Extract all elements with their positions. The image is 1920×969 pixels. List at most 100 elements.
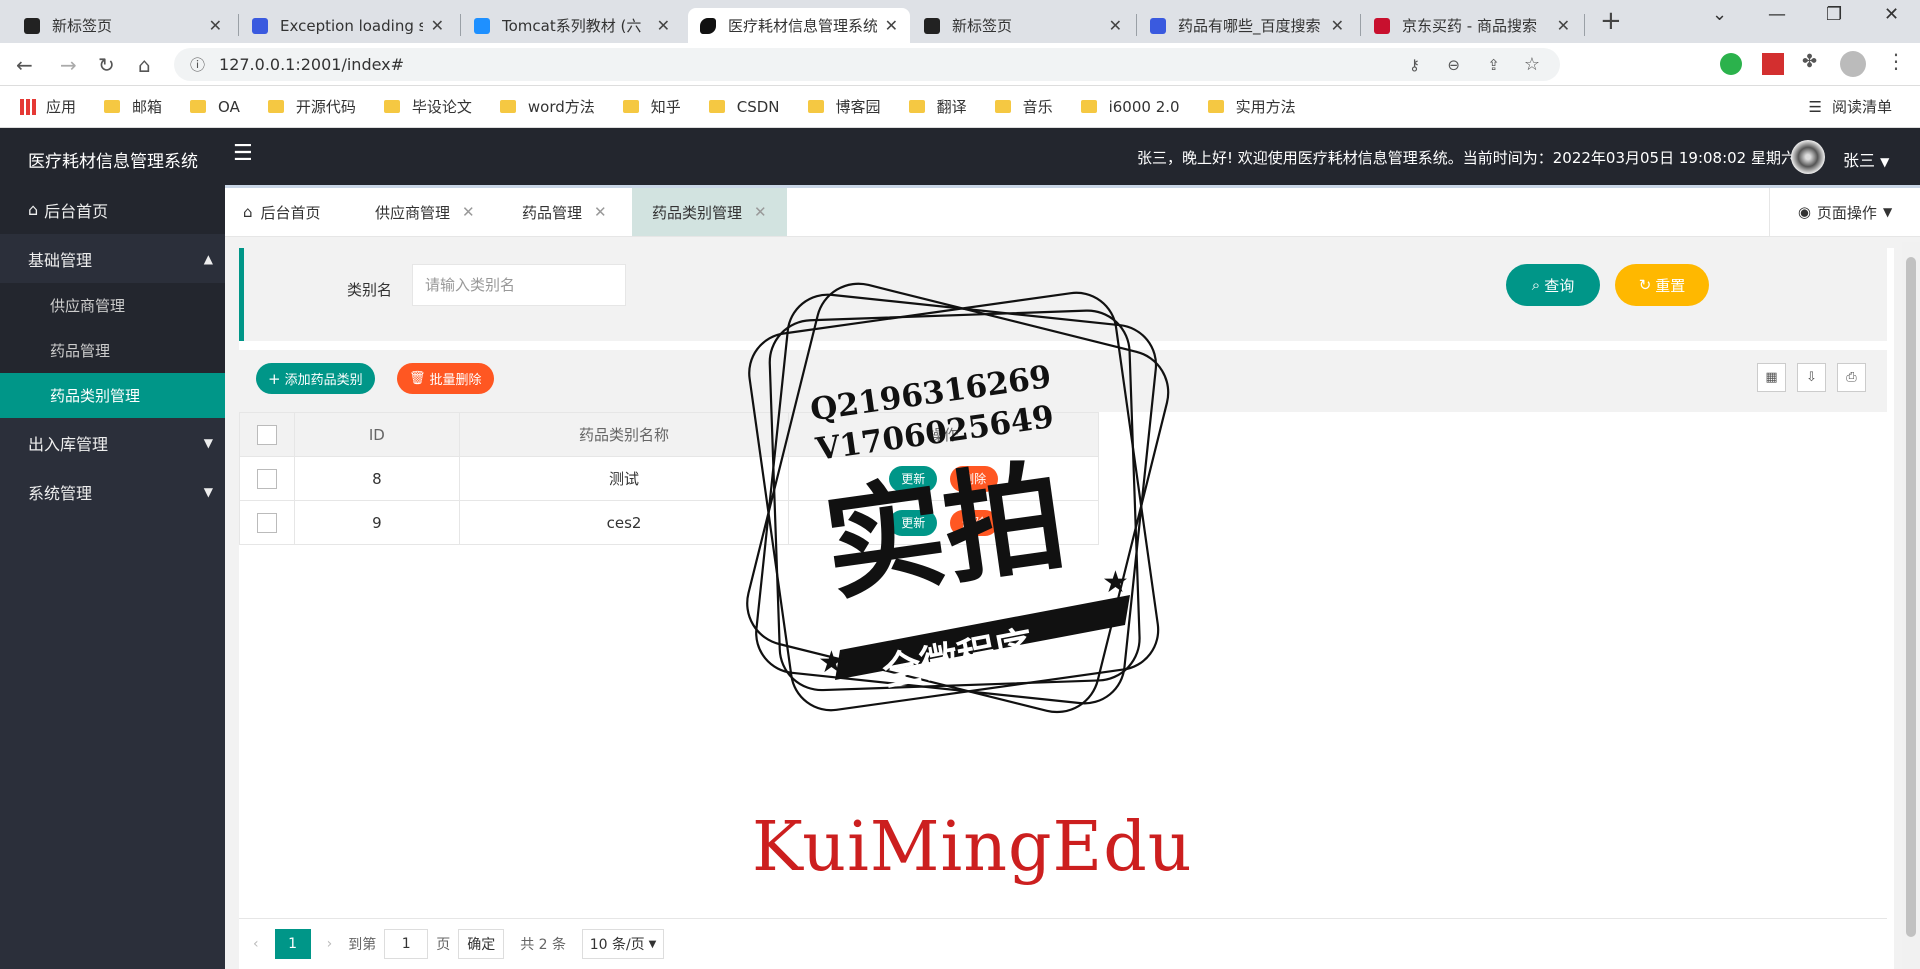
browser-tab[interactable]: Exception loading se ✕	[240, 8, 456, 43]
baidu-paw-icon	[252, 17, 268, 34]
adblock-shield-icon[interactable]	[1720, 53, 1742, 75]
page-number-current[interactable]: 1	[274, 929, 311, 959]
tab-supplier[interactable]: 供应商管理 ✕	[375, 188, 475, 236]
back-icon[interactable]: ←	[16, 53, 33, 77]
browser-tab[interactable]: Tomcat系列教材 (六 ✕	[462, 8, 682, 43]
print-icon[interactable]: ⎙	[1837, 363, 1866, 392]
row-select-cell[interactable]	[239, 456, 295, 501]
checkbox[interactable]	[256, 512, 277, 533]
browser-tab[interactable]: 新标签页 ✕	[912, 8, 1134, 43]
sidebar-item-home[interactable]: ⌂ 后台首页	[0, 185, 225, 234]
tab-search-icon[interactable]: ⌄	[1712, 4, 1727, 25]
close-window-icon[interactable]: ✕	[1884, 4, 1899, 25]
browser-tab-active[interactable]: 医疗耗材信息管理系统 ✕	[688, 8, 910, 43]
sidebar-group-basic[interactable]: 基础管理 ▲	[0, 234, 225, 283]
sidebar-item-drug[interactable]: 药品管理	[0, 328, 225, 373]
url-text: 127.0.0.1:2001/index#	[219, 55, 405, 74]
bookmark-folder[interactable]: word方法	[499, 96, 595, 117]
batch-delete-button[interactable]: 🗑 批量删除	[397, 363, 494, 394]
avatar[interactable]	[1791, 140, 1825, 174]
tab-home[interactable]: ⌂ 后台首页	[243, 188, 321, 236]
extension-fe-icon[interactable]	[1762, 53, 1784, 75]
extensions-puzzle-icon[interactable]: ✤	[1802, 51, 1817, 72]
bookmark-folder[interactable]: i6000 2.0	[1080, 98, 1180, 116]
browser-tab[interactable]: 药品有哪些_百度搜索 ✕	[1138, 8, 1356, 43]
bookmark-folder[interactable]: CSDN	[708, 98, 780, 116]
bookmark-folder[interactable]: 翻译	[908, 96, 967, 117]
columns-filter-icon[interactable]: ▦	[1757, 363, 1786, 392]
tab-drug-category[interactable]: 药品类别管理 ✕	[632, 188, 787, 236]
checkbox[interactable]	[256, 424, 277, 445]
close-icon[interactable]: ✕	[885, 16, 898, 35]
reset-button[interactable]: ↻ 重置	[1615, 264, 1709, 306]
brand-watermark: KuiMingEdu	[752, 808, 1193, 887]
bookmark-folder[interactable]: 博客园	[807, 96, 881, 117]
bookmark-folder[interactable]: 邮箱	[104, 96, 162, 117]
goto-confirm-button[interactable]: 确定	[458, 929, 505, 959]
bookmark-folder[interactable]: 开源代码	[267, 96, 356, 117]
close-icon[interactable]: ✕	[754, 203, 767, 221]
menu-kebab-icon[interactable]: ⋮	[1886, 49, 1906, 73]
folder-icon	[622, 100, 639, 113]
close-icon[interactable]: ✕	[594, 203, 607, 221]
page-tabs: ⌂ 后台首页 供应商管理 ✕ 药品管理 ✕ 药品类别管理 ✕ ◉ 页面操作 ▼	[225, 185, 1920, 237]
zoom-icon[interactable]: ⊖	[1447, 56, 1460, 74]
address-bar[interactable]: ⓘ 127.0.0.1:2001/index# ☆ ⇪ ⊖ ⚷	[174, 48, 1560, 81]
close-icon[interactable]: ✕	[1331, 16, 1344, 35]
browser-tab[interactable]: 新标签页 ✕	[12, 8, 234, 43]
checkbox[interactable]	[256, 468, 277, 489]
add-category-button[interactable]: + 添加药品类别	[256, 363, 375, 394]
folder-icon	[708, 100, 725, 113]
key-icon[interactable]: ⚷	[1409, 56, 1420, 74]
menu-toggle-icon[interactable]: ☰	[233, 141, 253, 166]
bookmark-folder[interactable]: OA	[190, 98, 240, 116]
next-page-icon[interactable]: ›	[327, 936, 333, 952]
bookmark-apps[interactable]: 应用	[20, 96, 76, 117]
category-name-input[interactable]: 请输入类别名	[412, 264, 626, 306]
bookmark-folder[interactable]: 知乎	[622, 96, 681, 117]
close-icon[interactable]: ✕	[431, 16, 444, 35]
select-all-cell[interactable]	[239, 412, 295, 457]
user-menu[interactable]: 张三 ▼	[1843, 147, 1889, 171]
close-icon[interactable]: ✕	[657, 16, 670, 35]
share-icon[interactable]: ⇪	[1487, 56, 1500, 74]
tab-drug[interactable]: 药品管理 ✕	[522, 188, 607, 236]
close-icon[interactable]: ✕	[1557, 16, 1570, 35]
scrollbar-thumb[interactable]	[1906, 257, 1916, 937]
close-icon[interactable]: ✕	[462, 203, 475, 221]
folder-icon	[499, 100, 516, 113]
new-tab-button[interactable]: +	[1600, 6, 1622, 36]
browser-tab[interactable]: 京东买药 - 商品搜索 ✕	[1362, 8, 1582, 43]
home-icon[interactable]: ⌂	[138, 53, 151, 77]
baidu-paw-icon	[1150, 17, 1166, 34]
forward-icon[interactable]: →	[60, 53, 77, 77]
sidebar-item-drug-category[interactable]: 药品类别管理	[0, 373, 225, 418]
row-select-cell[interactable]	[239, 500, 295, 545]
minimize-icon[interactable]: —	[1768, 4, 1786, 25]
reload-icon[interactable]: ↻	[98, 53, 115, 77]
restore-icon[interactable]: ❐	[1826, 4, 1842, 25]
cell-id: 9	[293, 500, 460, 545]
prev-page-icon[interactable]: ‹	[253, 936, 259, 952]
close-icon[interactable]: ✕	[1109, 16, 1122, 35]
caret-down-icon: ▼	[1882, 205, 1893, 219]
bookmark-star-icon[interactable]: ☆	[1524, 54, 1540, 75]
reading-list[interactable]: ☰ 阅读清单	[1809, 96, 1892, 117]
export-icon[interactable]: ⇩	[1797, 363, 1826, 392]
bookmark-folder[interactable]: 音乐	[994, 96, 1053, 117]
chrome-newtab-icon	[924, 17, 940, 34]
category-name-label: 类别名	[347, 281, 393, 299]
bookmark-folder[interactable]: 毕设论文	[383, 96, 472, 117]
query-button[interactable]: ⌕ 查询	[1506, 264, 1600, 306]
close-icon[interactable]: ✕	[209, 16, 222, 35]
page-scrollbar[interactable]	[1902, 242, 1920, 969]
sidebar-group-system[interactable]: 系统管理 ▼	[0, 467, 225, 516]
page-size-select[interactable]: 10 条/页 ▼	[582, 929, 665, 959]
sidebar-item-supplier[interactable]: 供应商管理	[0, 283, 225, 328]
sidebar-group-stock[interactable]: 出入库管理 ▼	[0, 418, 225, 467]
page-operations[interactable]: ◉ 页面操作 ▼	[1769, 188, 1920, 236]
profile-icon[interactable]	[1840, 51, 1866, 77]
goto-page-input[interactable]: 1	[384, 929, 429, 959]
bookmark-folder[interactable]: 实用方法	[1207, 96, 1296, 117]
home-icon: ⌂	[28, 200, 39, 219]
